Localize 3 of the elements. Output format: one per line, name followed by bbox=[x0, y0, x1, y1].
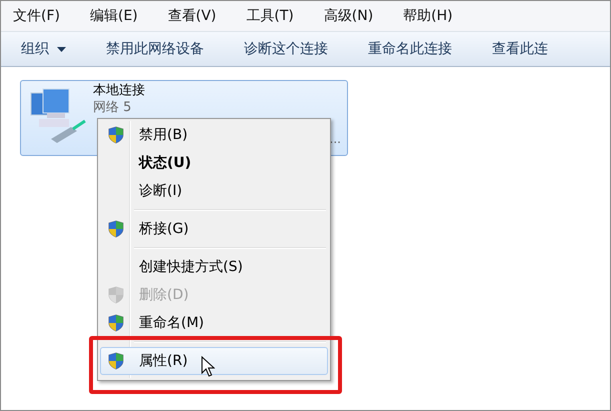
device-text: ... bbox=[330, 132, 341, 146]
network-name: 网络 5 bbox=[93, 100, 132, 116]
connection-name: 本地连接 bbox=[93, 83, 145, 99]
